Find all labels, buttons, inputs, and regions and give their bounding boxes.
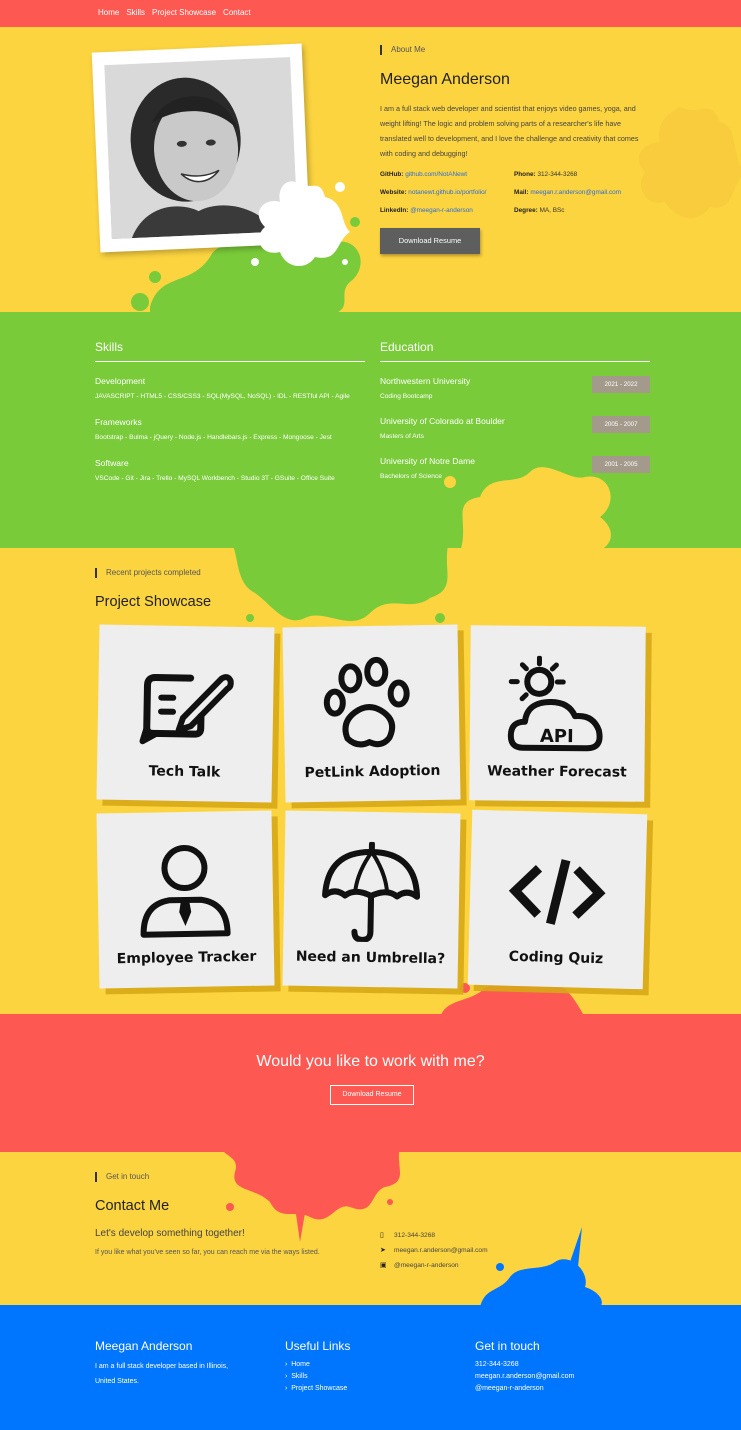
chevron-right-icon: ›: [285, 1361, 288, 1368]
contact-eyebrow: Get in touch: [95, 1172, 335, 1182]
linkedin-info: LinkedIn: @meegan-r-anderson: [380, 207, 473, 214]
footer-name: Meegan Anderson: [95, 1339, 193, 1353]
skill-group-title: Software: [95, 458, 129, 468]
linkedin-link[interactable]: @meegan-r-anderson: [410, 207, 473, 214]
footer-link-projects[interactable]: › Project Showcase: [285, 1383, 350, 1395]
project-card-label: Coding Quiz: [508, 948, 604, 968]
skill-group-items: JAVASCRIPT - HTML5 - CSS/CSS3 - SQL(MySQ…: [95, 393, 350, 400]
projects-title: Project Showcase: [95, 594, 212, 610]
contact-details: ▯ 312-344-3268 ➤ meegan.r.anderson@gmail.c…: [380, 1228, 488, 1273]
contact-subtitle: Let's develop something together!: [95, 1228, 245, 1239]
skill-group-title: Development: [95, 376, 146, 386]
paper-plane-icon: ➤: [380, 1247, 386, 1254]
cta-text: Would you like to work with me?: [256, 1053, 485, 1070]
skills-column: Skills Development JAVASCRIPT - HTML5 - …: [95, 340, 365, 485]
footer-link-skills[interactable]: › Skills: [285, 1371, 350, 1383]
contact-text: If you like what you've seen so far, you…: [95, 1249, 320, 1256]
project-card-coding-quiz[interactable]: Coding Quiz: [467, 809, 648, 990]
education-item: University of Notre Dame Bachelors of Sc…: [380, 456, 650, 482]
projects-header: Recent projects completed Project Showca…: [95, 568, 211, 610]
weather-api-icon: API: [507, 655, 603, 752]
about-info-grid: GitHub: github.com/NotANewt Phone: 312-3…: [380, 171, 650, 214]
about-eyebrow: About Me: [380, 45, 650, 55]
profile-photo: [104, 57, 298, 239]
linkedin-icon: ▣: [380, 1262, 387, 1269]
skill-group-items: VSCode - Git - Jira - Trello - MySQL Wor…: [95, 475, 335, 482]
education-years-badge: 2005 - 2007: [592, 416, 650, 433]
footer-links: Useful Links › Home › Skills › Project S…: [285, 1339, 350, 1395]
api-icon-text: API: [540, 726, 574, 747]
projects-section: Recent projects completed Project Showca…: [0, 548, 741, 1014]
contact-title: Contact Me: [95, 1198, 170, 1214]
github-info: GitHub: github.com/NotANewt: [380, 171, 468, 178]
footer-touch-title: Get in touch: [475, 1339, 540, 1353]
code-icon: [508, 859, 606, 925]
footer-links-title: Useful Links: [285, 1339, 351, 1353]
website-info: Website: notanewt.github.io/portfolio/: [380, 189, 487, 196]
footer-email[interactable]: meegan.r.anderson@gmail.com: [475, 1371, 574, 1383]
education-item: Northwestern University Coding Bootcamp …: [380, 376, 650, 402]
contact-linkedin[interactable]: ▣ @meegan-r-anderson: [380, 1258, 488, 1273]
contact-section: Get in touch Contact Me Let's develop so…: [0, 1152, 741, 1305]
project-card-weather[interactable]: API Weather Forecast: [469, 625, 646, 802]
footer-phone: 312-344-3268: [475, 1361, 519, 1368]
nav-contact[interactable]: Contact: [223, 8, 251, 17]
project-card-label: Tech Talk: [148, 763, 221, 781]
skill-group-title: Frameworks: [95, 417, 142, 427]
nav-skills[interactable]: Skills: [126, 8, 145, 17]
education-years-badge: 2021 - 2022: [592, 376, 650, 393]
contact-phone: ▯ 312-344-3268: [380, 1232, 436, 1239]
phone-icon: ▯: [380, 1232, 384, 1239]
about-name: Meegan Anderson: [380, 71, 510, 88]
project-card-petlink[interactable]: PetLink Adoption: [282, 624, 461, 803]
top-navbar: Home Skills Project Showcase Contact: [0, 0, 741, 27]
project-card-label: Need an Umbrella?: [295, 948, 446, 968]
about-section: About Me Meegan Anderson I am a full sta…: [0, 27, 741, 312]
project-card-label: Employee Tracker: [116, 948, 257, 968]
github-link[interactable]: github.com/NotANewt: [405, 171, 467, 178]
footer-contact: Get in touch 312-344-3268 meegan.r.ander…: [475, 1339, 574, 1395]
project-card-label: PetLink Adoption: [304, 762, 441, 782]
project-card-employee[interactable]: Employee Tracker: [96, 810, 275, 989]
nav-links: Home Skills Project Showcase Contact: [98, 8, 251, 17]
project-card-umbrella[interactable]: Need an Umbrella?: [282, 810, 461, 989]
degree-info: Degree: MA, BSc: [514, 207, 565, 214]
chevron-right-icon: ›: [285, 1385, 288, 1392]
mail-info: Mail: meegan.r.anderson@gmail.com: [514, 189, 622, 196]
education-column: Education Northwestern University Coding…: [380, 340, 650, 482]
employee-icon: [140, 845, 231, 938]
education-title: Education: [380, 340, 650, 362]
footer-bio: I am a full stack developer based in Ill…: [95, 1363, 229, 1385]
contact-content: Get in touch Contact Me Let's develop so…: [95, 1172, 335, 1260]
cta-download-resume-button[interactable]: Download Resume: [330, 1085, 414, 1105]
download-resume-button[interactable]: Download Resume: [380, 228, 480, 254]
website-link[interactable]: notanewt.github.io/portfolio/: [408, 189, 486, 196]
paw-icon: [323, 656, 410, 748]
skills-title: Skills: [95, 340, 365, 362]
chat-pen-icon: [139, 673, 234, 745]
footer: Meegan Anderson I am a full stack develo…: [0, 1305, 741, 1430]
project-card-label: Weather Forecast: [487, 763, 627, 781]
contact-email[interactable]: ➤ meegan.r.anderson@gmail.com: [380, 1243, 488, 1258]
project-card-tech-talk[interactable]: Tech Talk: [96, 624, 275, 803]
chevron-right-icon: ›: [285, 1373, 288, 1380]
about-bio: I am a full stack web developer and scie…: [380, 104, 639, 158]
mail-link[interactable]: meegan.r.anderson@gmail.com: [530, 189, 621, 196]
phone-info: Phone: 312-344-3268: [514, 171, 578, 178]
cta-section: Would you like to work with me? Download…: [0, 1014, 741, 1152]
footer-link-home[interactable]: › Home: [285, 1359, 350, 1371]
footer-about: Meegan Anderson I am a full stack develo…: [95, 1339, 245, 1389]
umbrella-icon: [322, 841, 421, 943]
profile-photo-frame: [91, 43, 311, 253]
about-content: About Me Meegan Anderson I am a full sta…: [380, 45, 650, 254]
projects-eyebrow: Recent projects completed: [95, 568, 211, 578]
skill-group-items: Bootstrap - Bulma - jQuery - Node.js - H…: [95, 434, 332, 441]
skills-education-section: Skills Development JAVASCRIPT - HTML5 - …: [0, 312, 741, 548]
nav-project-showcase[interactable]: Project Showcase: [152, 8, 216, 17]
education-item: University of Colorado at Boulder Master…: [380, 416, 650, 442]
footer-linkedin[interactable]: @meegan-r-anderson: [475, 1383, 574, 1395]
education-years-badge: 2001 - 2005: [592, 456, 650, 473]
nav-home[interactable]: Home: [98, 8, 119, 17]
